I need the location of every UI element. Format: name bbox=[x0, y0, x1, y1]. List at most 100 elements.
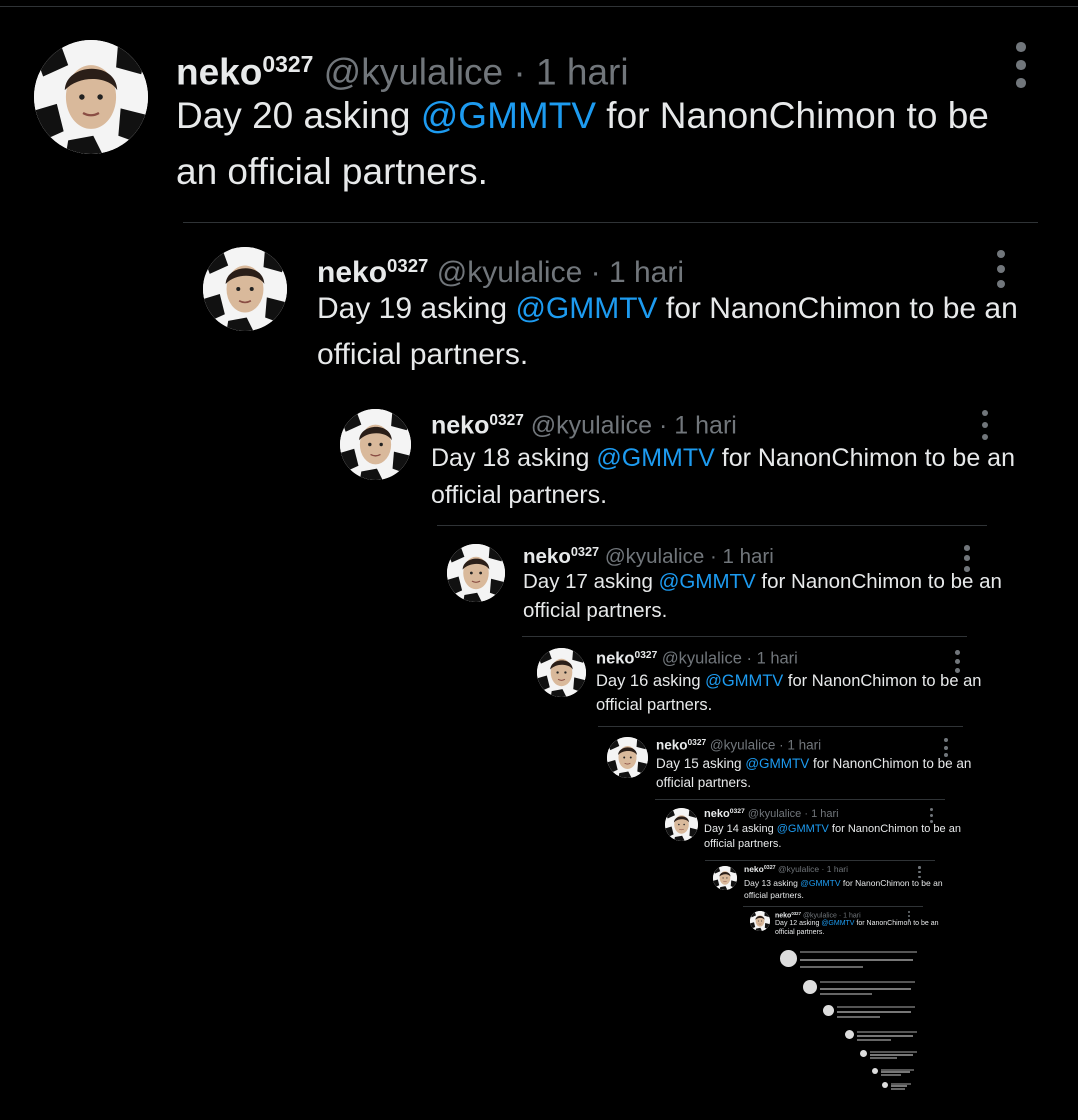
mention-link[interactable]: @GMMTV bbox=[515, 292, 657, 325]
separator-dot: · bbox=[709, 544, 717, 568]
nested-tweet-thumbnail bbox=[872, 1068, 917, 1078]
separator-dot: · bbox=[513, 51, 526, 93]
display-name-superscript: 0327 bbox=[387, 255, 429, 276]
tweet-divider bbox=[705, 860, 935, 861]
display-name[interactable]: neko bbox=[431, 412, 489, 440]
timestamp[interactable]: 1 hari bbox=[787, 738, 821, 753]
nested-tweet-thumbnail bbox=[860, 1050, 920, 1063]
timestamp[interactable]: 1 hari bbox=[609, 256, 684, 289]
display-name-superscript: 0327 bbox=[570, 544, 600, 559]
more-options-icon[interactable] bbox=[944, 738, 948, 761]
avatar[interactable] bbox=[203, 247, 287, 331]
separator-dot: · bbox=[821, 863, 825, 874]
tweet-text: Day 17 asking @GMMTV for NanonChimon to … bbox=[523, 567, 1003, 625]
avatar[interactable] bbox=[713, 866, 737, 890]
user-handle[interactable]: @kyulalice bbox=[662, 650, 742, 668]
tweet-divider bbox=[655, 799, 945, 800]
tweet-text-start: Day 15 asking bbox=[656, 756, 746, 771]
timestamp[interactable]: 1 hari bbox=[723, 545, 774, 568]
nested-tweet-thumbnail bbox=[845, 1030, 920, 1047]
separator-dot: · bbox=[804, 807, 808, 820]
tweet-text: Day 12 asking @GMMTV for NanonChimon to … bbox=[775, 919, 945, 937]
tweet-text: Day 20 asking @GMMTV for NanonChimon to … bbox=[176, 88, 1026, 200]
display-name-superscript: 0327 bbox=[729, 808, 745, 815]
mention-link[interactable]: @GMMTV bbox=[596, 444, 714, 472]
display-name-superscript: 0327 bbox=[634, 650, 658, 661]
tweet-text-start: Day 12 asking bbox=[775, 920, 822, 927]
separator-dot: · bbox=[590, 256, 601, 290]
more-options-icon[interactable] bbox=[1016, 42, 1026, 96]
tweet-divider bbox=[522, 636, 967, 637]
user-handle[interactable]: @kyulalice bbox=[324, 52, 503, 93]
more-options-icon[interactable] bbox=[918, 866, 921, 880]
tweet-text: Day 19 asking @GMMTV for NanonChimon to … bbox=[317, 286, 1037, 378]
tweet-header: neko0327 @kyulalice · 1 hari bbox=[596, 645, 798, 670]
tweet-header: neko0327 @kyulalice · 1 hari bbox=[744, 863, 848, 875]
tweet-divider bbox=[598, 726, 963, 727]
timestamp[interactable]: 1 hari bbox=[827, 864, 848, 874]
mention-link[interactable]: @GMMTV bbox=[777, 823, 829, 835]
user-handle[interactable]: @kyulalice bbox=[748, 808, 801, 820]
display-name[interactable]: neko bbox=[704, 808, 730, 820]
tweet-text-start: Day 20 asking bbox=[176, 95, 421, 136]
display-name-superscript: 0327 bbox=[763, 865, 776, 871]
nested-tweet-thumbnail bbox=[823, 1005, 918, 1026]
tweet-text: Day 13 asking @GMMTV for NanonChimon to … bbox=[744, 877, 954, 901]
avatar[interactable] bbox=[750, 911, 770, 931]
mention-link[interactable]: @GMMTV bbox=[821, 920, 854, 927]
timestamp[interactable]: 1 hari bbox=[674, 412, 737, 440]
avatar[interactable] bbox=[607, 737, 648, 778]
separator-dot: · bbox=[746, 649, 752, 668]
tweet-text-start: Day 18 asking bbox=[431, 444, 597, 472]
display-name[interactable]: neko bbox=[596, 650, 635, 668]
timestamp[interactable]: 1 hari bbox=[536, 52, 629, 93]
tweet-text-start: Day 19 asking bbox=[317, 292, 516, 325]
mention-link[interactable]: @GMMTV bbox=[800, 878, 840, 888]
tweet-header: neko0327 @kyulalice · 1 hari bbox=[431, 405, 737, 442]
avatar[interactable] bbox=[665, 808, 698, 841]
more-options-icon[interactable] bbox=[930, 808, 934, 826]
nested-tweet-thumbnail bbox=[803, 980, 918, 1005]
display-name-superscript: 0327 bbox=[791, 911, 801, 916]
user-handle[interactable]: @kyulalice bbox=[710, 738, 775, 753]
timestamp[interactable]: 1 hari bbox=[811, 808, 839, 820]
tweet-text-start: Day 13 asking bbox=[744, 878, 801, 888]
display-name[interactable]: neko bbox=[317, 256, 387, 289]
tweet-divider bbox=[743, 906, 923, 907]
nested-tweet-thumbnail bbox=[882, 1082, 914, 1090]
display-name[interactable]: neko bbox=[744, 864, 764, 874]
mention-link[interactable]: @GMMTV bbox=[745, 756, 809, 771]
user-handle[interactable]: @kyulalice bbox=[605, 545, 704, 568]
tweet-text-start: Day 17 asking bbox=[523, 570, 659, 593]
top-divider bbox=[0, 6, 1078, 7]
user-handle[interactable]: @kyulalice bbox=[778, 864, 819, 874]
display-name-superscript: 0327 bbox=[489, 412, 524, 429]
display-name-superscript: 0327 bbox=[687, 737, 707, 747]
mention-link[interactable]: @GMMTV bbox=[659, 570, 756, 593]
more-options-icon[interactable] bbox=[997, 250, 1005, 295]
display-name-superscript: 0327 bbox=[262, 51, 314, 77]
tweet-header: neko0327 @kyulalice · 1 hari bbox=[523, 539, 774, 571]
more-options-icon[interactable] bbox=[908, 911, 911, 924]
timestamp[interactable]: 1 hari bbox=[757, 650, 798, 668]
tweet-text: Day 14 asking @GMMTV for NanonChimon to … bbox=[704, 822, 964, 852]
display-name[interactable]: neko bbox=[176, 52, 262, 93]
tweet-text: Day 16 asking @GMMTV for NanonChimon to … bbox=[596, 669, 986, 717]
avatar[interactable] bbox=[537, 648, 586, 697]
tweet-divider bbox=[437, 525, 987, 526]
nested-tweet-thumbnail bbox=[780, 950, 920, 981]
tweet-text-start: Day 14 asking bbox=[704, 823, 777, 835]
display-name[interactable]: neko bbox=[656, 738, 688, 753]
more-options-icon[interactable] bbox=[964, 545, 970, 576]
user-handle[interactable]: @kyulalice bbox=[437, 256, 583, 289]
tweet-divider bbox=[183, 222, 1038, 223]
avatar[interactable] bbox=[447, 544, 505, 602]
more-options-icon[interactable] bbox=[982, 410, 989, 446]
display-name[interactable]: neko bbox=[523, 545, 571, 568]
user-handle[interactable]: @kyulalice bbox=[531, 412, 652, 440]
mention-link[interactable]: @GMMTV bbox=[705, 672, 783, 690]
more-options-icon[interactable] bbox=[955, 650, 960, 677]
avatar[interactable] bbox=[340, 409, 411, 480]
avatar[interactable] bbox=[34, 40, 148, 154]
mention-link[interactable]: @GMMTV bbox=[421, 95, 596, 136]
